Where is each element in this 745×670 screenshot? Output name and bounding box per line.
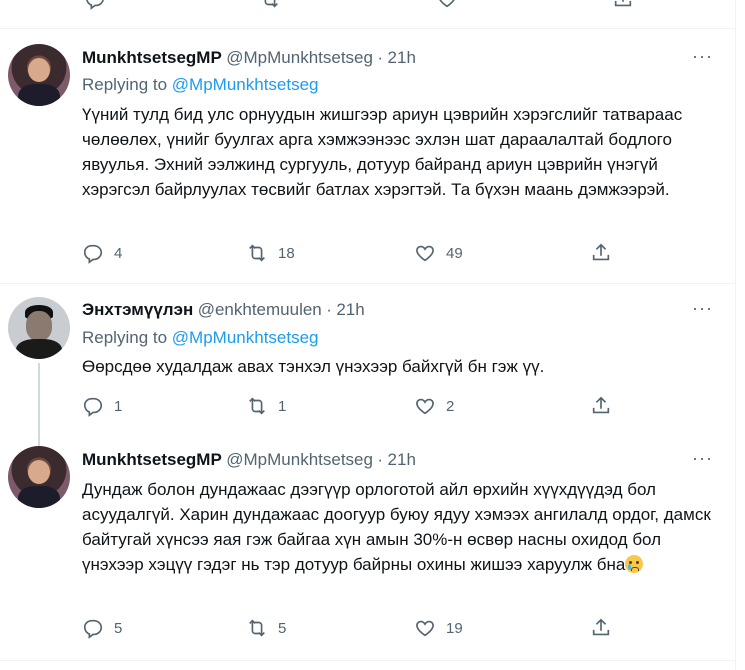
retweet-count: 5 <box>278 619 287 637</box>
reply-count: 5 <box>114 619 123 637</box>
reply-icon <box>83 619 103 639</box>
replying-handle-link[interactable]: @MpMunkhtsetseg <box>172 75 319 94</box>
like-count: 19 <box>446 619 463 637</box>
heart-icon <box>416 620 434 637</box>
share-button[interactable] <box>590 395 622 417</box>
reply-count: 1 <box>114 397 123 415</box>
retweet-icon[interactable] <box>259 0 281 10</box>
tweet-header: MunkhtsetsegMP @MpMunkhtsetseg · 21h <box>82 48 416 68</box>
timestamp[interactable]: 21h <box>388 450 416 469</box>
more-dots-icon[interactable]: ··· <box>692 298 713 319</box>
thread-connector-line <box>38 363 40 451</box>
share-icon <box>592 618 610 636</box>
share-icon[interactable] <box>612 0 634 10</box>
reply-button[interactable]: 4 <box>82 242 122 264</box>
author-name[interactable]: Энхтэмүүлэн <box>82 300 193 319</box>
avatar-face <box>26 311 52 341</box>
replying-handle-link[interactable]: @MpMunkhtsetseg <box>172 328 319 347</box>
reply-button[interactable]: 1 <box>82 395 122 417</box>
like-button[interactable]: 49 <box>414 242 463 264</box>
tweet-divider <box>0 660 735 661</box>
reply-icon <box>83 244 103 264</box>
retweet-count: 18 <box>278 244 295 262</box>
tweet-divider <box>0 28 735 29</box>
replying-label: Replying to <box>82 328 168 347</box>
replying-to: Replying to @MpMunkhtsetseg <box>82 75 319 95</box>
like-button[interactable]: 2 <box>414 395 454 417</box>
avatar[interactable] <box>8 297 70 359</box>
reply-icon <box>83 397 103 417</box>
retweet-icon <box>249 244 265 262</box>
author-handle[interactable]: @enkhtemuulen <box>198 300 322 319</box>
separator: · <box>377 48 384 67</box>
author-name[interactable]: MunkhtsetsegMP <box>82 450 222 469</box>
avatar-face <box>28 58 50 82</box>
tweet-text: Үүний тулд бид улс орнуудын жишгээр ариу… <box>82 105 683 199</box>
replying-label: Replying to <box>82 75 168 94</box>
tweet-divider <box>0 283 735 284</box>
reply-button[interactable]: 5 <box>82 617 122 639</box>
reply-icon[interactable] <box>84 0 106 10</box>
reply-count: 4 <box>114 244 123 262</box>
share-icon <box>592 243 610 261</box>
heart-icon[interactable] <box>436 0 458 10</box>
retweet-button[interactable]: 1 <box>246 395 286 417</box>
author-handle[interactable]: @MpMunkhtsetseg <box>226 48 373 67</box>
previous-tweet-actions <box>0 0 745 14</box>
tweet-text: Дундаж болон дундажаас дээгүүр орлоготой… <box>82 480 711 574</box>
avatar-face <box>28 460 50 484</box>
like-button[interactable]: 19 <box>414 617 463 639</box>
more-dots-icon[interactable]: ··· <box>692 46 713 67</box>
like-count: 2 <box>446 397 455 415</box>
tweet-text: Өөрсдөө худалдаж авах тэнхэл үнэхээр бай… <box>82 357 545 376</box>
retweet-button[interactable]: 5 <box>246 617 286 639</box>
timestamp[interactable]: 21h <box>336 300 364 319</box>
share-icon <box>592 396 610 414</box>
avatar[interactable] <box>8 446 70 508</box>
heart-icon <box>416 245 434 262</box>
crying-face-emoji <box>625 555 644 573</box>
avatar-body <box>18 486 60 508</box>
like-count: 49 <box>446 244 463 262</box>
timestamp[interactable]: 21h <box>388 48 416 67</box>
retweet-button[interactable]: 18 <box>246 242 295 264</box>
retweet-icon <box>249 397 265 415</box>
timeline-border <box>735 0 736 670</box>
heart-icon <box>416 398 434 415</box>
replying-to: Replying to @MpMunkhtsetseg <box>82 328 319 348</box>
avatar-body <box>18 84 60 106</box>
avatar-body <box>16 339 62 359</box>
separator: · <box>326 300 332 319</box>
retweet-icon <box>249 619 265 637</box>
author-handle[interactable]: @MpMunkhtsetseg <box>226 450 373 469</box>
share-button[interactable] <box>590 617 622 639</box>
tweet-header: Энхтэмүүлэн @enkhtemuulen · 21h <box>82 300 365 320</box>
tweet-text-block: Дундаж болон дундажаас дээгүүр орлоготой… <box>82 477 722 577</box>
share-button[interactable] <box>590 242 622 264</box>
avatar[interactable] <box>8 44 70 106</box>
separator: · <box>377 450 384 469</box>
more-dots-icon[interactable]: ··· <box>692 448 713 469</box>
author-name[interactable]: MunkhtsetsegMP <box>82 48 222 67</box>
retweet-count: 1 <box>278 397 287 415</box>
tweet-header: MunkhtsetsegMP @MpMunkhtsetseg · 21h <box>82 450 416 470</box>
